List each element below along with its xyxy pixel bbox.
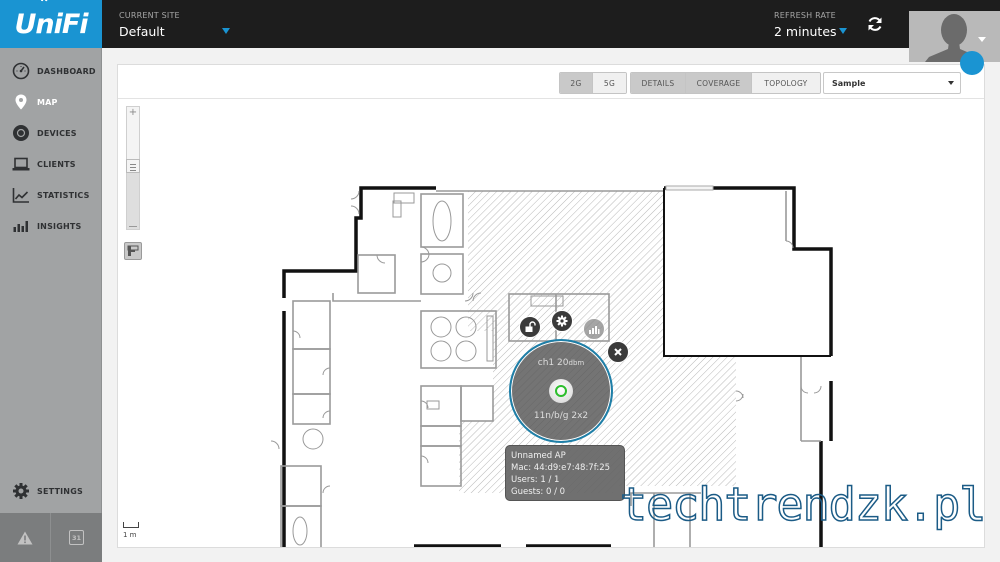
unlock-icon xyxy=(525,321,536,332)
sidebar-item-map[interactable]: MAP xyxy=(0,89,102,115)
sidebar-item-label: STATISTICS xyxy=(37,190,90,200)
calendar-day: 31 xyxy=(71,533,82,542)
sidebar-item-label: MAP xyxy=(37,97,58,107)
user-silhouette-icon xyxy=(925,14,983,62)
map-layout-tool-button[interactable] xyxy=(124,242,142,260)
dashboard-gauge-icon xyxy=(12,62,30,80)
alerts-button[interactable] xyxy=(0,513,51,562)
open-room-wall xyxy=(663,188,831,357)
topology-button[interactable]: TOPOLOGY xyxy=(752,73,820,93)
wifi-icon xyxy=(41,0,48,2)
bar-chart-icon xyxy=(12,217,30,235)
laptop-icon xyxy=(12,155,30,173)
ap-radio-info: 11n/b/g 2x2 xyxy=(511,411,611,421)
sidebar-item-label: CLIENTS xyxy=(37,159,76,169)
events-calendar-button[interactable]: 31 xyxy=(51,513,102,562)
sidebar-item-label: DEVICES xyxy=(37,128,77,138)
gear-icon xyxy=(12,482,30,500)
close-icon xyxy=(614,348,622,356)
coverage-button[interactable]: COVERAGE xyxy=(686,73,752,93)
brand-name: UniFi xyxy=(14,8,88,40)
ap-channel: ch1 xyxy=(537,358,555,368)
ap-settings-button[interactable] xyxy=(551,310,573,332)
ap-mac: Mac: 44:d9:e7:48:7f:25 xyxy=(511,463,611,473)
avatar-caret-icon xyxy=(978,37,986,42)
map-toolbar: 2G 5G DETAILS COVERAGE TOPOLOGY Sample xyxy=(118,65,984,99)
site-label: CURRENT SITE xyxy=(119,11,180,20)
bar-chart-icon xyxy=(589,326,600,334)
map-pin-icon xyxy=(12,93,30,111)
zoom-slider[interactable]: + xyxy=(126,106,140,230)
zoom-in-icon[interactable]: + xyxy=(127,107,139,119)
details-button[interactable]: DETAILS xyxy=(631,73,686,93)
sidebar: DASHBOARD MAP DEVICES CLIENTS STATISTICS xyxy=(0,48,102,562)
sidebar-item-statistics[interactable]: STATISTICS xyxy=(0,182,102,208)
ap-tooltip: Unnamed AP Mac: 44:d9:e7:48:7f:25 Users:… xyxy=(505,445,625,501)
ap-radio: 11n/b/g xyxy=(533,411,569,421)
band-5g-button[interactable]: 5G xyxy=(593,73,626,93)
sidebar-item-settings[interactable]: SETTINGS xyxy=(0,478,102,504)
close-button[interactable] xyxy=(607,341,629,363)
devices-icon xyxy=(12,124,30,142)
calendar-icon: 31 xyxy=(69,530,84,545)
ap-users: Users: 1 / 1 xyxy=(511,475,560,485)
ap-streams: 2x2 xyxy=(571,411,589,421)
ap-power: 20 xyxy=(557,358,569,368)
ap-power-unit: dbm xyxy=(568,359,585,367)
sidebar-item-label: SETTINGS xyxy=(37,486,83,496)
refresh-rate-selector[interactable]: REFRESH RATE 2 minutes xyxy=(774,11,837,39)
zoom-slider-handle[interactable] xyxy=(126,159,140,173)
ap-name: Unnamed AP xyxy=(511,451,566,461)
gear-icon xyxy=(556,315,568,327)
band-2g-button[interactable]: 2G xyxy=(560,73,593,93)
refresh-icon[interactable] xyxy=(866,15,884,33)
refresh-value: 2 minutes xyxy=(774,24,837,39)
sidebar-item-label: INSIGHTS xyxy=(37,221,82,231)
fullscreen-button[interactable] xyxy=(960,51,984,75)
unifi-controller: UniFi CURRENT SITE Default REFRESH RATE … xyxy=(0,0,1000,562)
window xyxy=(665,185,714,191)
scale-bar xyxy=(123,522,139,528)
site-value: Default xyxy=(119,24,165,39)
map-select[interactable]: Sample xyxy=(823,72,961,94)
coverage-zone xyxy=(401,381,491,421)
map-select-value: Sample xyxy=(832,78,866,88)
ap-guests: Guests: 0 / 0 xyxy=(511,487,566,497)
user-avatar-menu[interactable] xyxy=(909,11,1000,62)
sidebar-item-dashboard[interactable]: DASHBOARD xyxy=(0,58,102,84)
refresh-dropdown-caret-icon[interactable] xyxy=(839,28,847,34)
map-panel: 2G 5G DETAILS COVERAGE TOPOLOGY Sample + xyxy=(117,64,985,548)
band-toggle: 2G 5G xyxy=(559,72,627,94)
line-chart-icon xyxy=(12,186,30,204)
zoom-out-icon[interactable] xyxy=(129,226,137,227)
top-bar: UniFi CURRENT SITE Default REFRESH RATE … xyxy=(0,0,1000,62)
scale-label: 1 m xyxy=(123,531,137,539)
site-selector[interactable]: CURRENT SITE Default xyxy=(119,11,180,39)
unifi-logo[interactable]: UniFi xyxy=(0,0,102,48)
refresh-label: REFRESH RATE xyxy=(774,11,836,20)
chevron-down-icon xyxy=(948,81,954,85)
ap-stats-button[interactable] xyxy=(583,318,605,340)
ap-channel-power: ch1 20dbm xyxy=(511,358,611,368)
sidebar-item-label: DASHBOARD xyxy=(37,66,96,76)
floorplan-tool-icon xyxy=(127,245,139,256)
sidebar-item-insights[interactable]: INSIGHTS xyxy=(0,213,102,239)
access-point-coverage[interactable]: ch1 20dbm 11n/b/g 2x2 xyxy=(509,339,613,443)
warning-icon xyxy=(17,531,33,544)
access-point-icon[interactable] xyxy=(549,379,573,403)
site-dropdown-caret-icon[interactable] xyxy=(222,28,230,34)
sidebar-footer: 31 xyxy=(0,513,102,562)
sidebar-item-clients[interactable]: CLIENTS xyxy=(0,151,102,177)
unlock-button[interactable] xyxy=(519,316,541,338)
view-toggle: DETAILS COVERAGE TOPOLOGY xyxy=(630,72,821,94)
sidebar-item-devices[interactable]: DEVICES xyxy=(0,120,102,146)
map-scale: 1 m xyxy=(123,522,139,539)
